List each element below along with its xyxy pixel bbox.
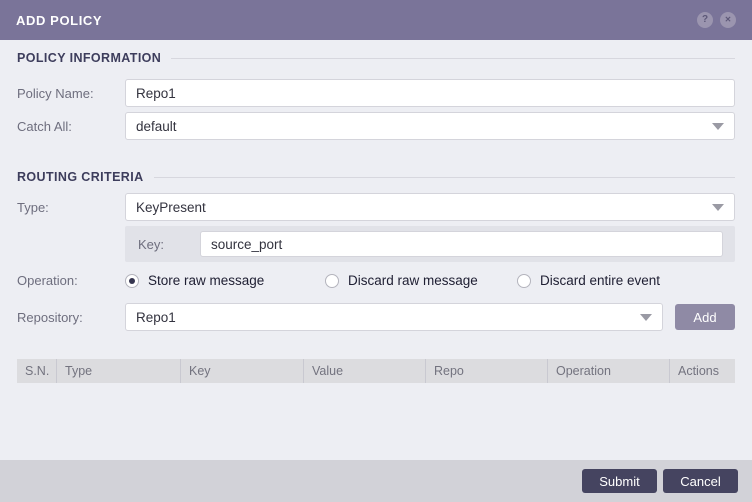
key-label: Key: bbox=[138, 236, 165, 252]
radio-icon[interactable] bbox=[517, 273, 531, 288]
operation-row: Operation: Store raw message Discard raw… bbox=[17, 273, 735, 288]
catch-all-selected-value: default bbox=[136, 118, 177, 134]
repository-row: Repository: Repo1 Add bbox=[17, 303, 735, 331]
column-header-key: Key bbox=[181, 359, 304, 383]
repository-selected-value: Repo1 bbox=[136, 309, 176, 325]
criteria-table: S.N. Type Key Value Repo Operation Actio… bbox=[17, 359, 735, 383]
column-header-actions: Actions bbox=[678, 364, 719, 378]
radio-store-raw-message[interactable]: Store raw message bbox=[125, 273, 325, 288]
add-button[interactable]: Add bbox=[675, 304, 735, 330]
type-row: Type: KeyPresent bbox=[17, 193, 735, 221]
type-select[interactable]: KeyPresent bbox=[125, 193, 735, 221]
section-title: ROUTING CRITERIA bbox=[17, 170, 144, 184]
repository-label: Repository: bbox=[17, 309, 83, 325]
radio-discard-raw-message[interactable]: Discard raw message bbox=[325, 273, 517, 288]
catch-all-select[interactable]: default bbox=[125, 112, 735, 140]
key-input[interactable] bbox=[200, 231, 723, 257]
chevron-down-icon bbox=[712, 203, 724, 211]
dialog-body: POLICY INFORMATION Policy Name: Catch Al… bbox=[0, 40, 752, 383]
key-subpanel: Key: bbox=[125, 226, 735, 262]
section-divider bbox=[171, 57, 735, 59]
radio-discard-entire-event[interactable]: Discard entire event bbox=[517, 273, 660, 288]
section-divider bbox=[153, 176, 735, 178]
help-icon[interactable]: ? bbox=[697, 12, 713, 28]
catch-all-row: Catch All: default bbox=[17, 112, 735, 140]
chevron-down-icon bbox=[640, 313, 652, 321]
section-title: POLICY INFORMATION bbox=[17, 51, 162, 65]
header-icons: ? ✕ bbox=[697, 12, 736, 28]
column-header-operation: Operation bbox=[548, 359, 670, 383]
dialog-footer: Submit Cancel bbox=[0, 460, 752, 502]
type-selected-value: KeyPresent bbox=[136, 199, 206, 215]
radio-icon[interactable] bbox=[325, 273, 339, 288]
radio-label: Discard entire event bbox=[540, 273, 661, 288]
operation-radio-group: Store raw message Discard raw message Di… bbox=[125, 273, 660, 288]
radio-label: Store raw message bbox=[148, 273, 265, 288]
column-header-value: Value bbox=[304, 359, 426, 383]
chevron-down-icon bbox=[712, 122, 724, 130]
radio-icon[interactable] bbox=[125, 273, 139, 288]
dialog-title: ADD POLICY bbox=[16, 12, 103, 28]
type-label: Type: bbox=[17, 199, 49, 215]
policy-name-input[interactable] bbox=[125, 79, 735, 107]
close-icon[interactable]: ✕ bbox=[720, 12, 736, 28]
submit-button[interactable]: Submit bbox=[582, 469, 657, 493]
cancel-button[interactable]: Cancel bbox=[663, 469, 738, 493]
dialog-header: ADD POLICY ? ✕ bbox=[0, 0, 752, 40]
column-header-type: Type bbox=[57, 359, 181, 383]
section-policy-information: POLICY INFORMATION bbox=[17, 51, 735, 65]
section-routing-criteria: ROUTING CRITERIA bbox=[17, 170, 735, 184]
column-header-sn: S.N. bbox=[17, 359, 57, 383]
column-header-repo: Repo bbox=[426, 359, 548, 383]
operation-label: Operation: bbox=[17, 273, 78, 288]
radio-label: Discard raw message bbox=[348, 273, 478, 288]
policy-name-row: Policy Name: bbox=[17, 79, 735, 107]
table-header-row: S.N. Type Key Value Repo Operation Actio… bbox=[17, 359, 735, 383]
catch-all-label: Catch All: bbox=[17, 118, 72, 134]
repository-select[interactable]: Repo1 bbox=[125, 303, 663, 331]
policy-name-label: Policy Name: bbox=[17, 85, 94, 101]
